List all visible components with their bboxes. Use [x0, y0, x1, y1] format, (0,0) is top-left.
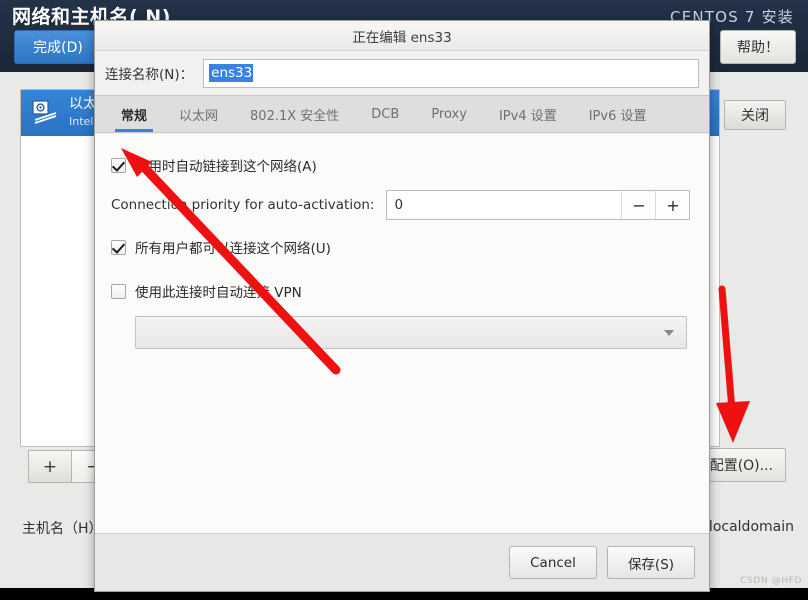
priority-decrement-button[interactable]: − [621, 191, 656, 219]
vpn-label: 使用此连接时自动连接 VPN [135, 285, 302, 301]
close-button[interactable]: 关闭 [724, 100, 786, 130]
dialog-footer: Cancel 保存(S) [95, 533, 709, 591]
priority-increment-button[interactable]: + [655, 191, 690, 219]
save-button[interactable]: 保存(S) [607, 546, 695, 579]
tab-ipv4-settings[interactable]: IPv4 设置 [483, 96, 573, 132]
cancel-button[interactable]: Cancel [509, 546, 597, 579]
autoconnect-checkbox[interactable] [111, 157, 126, 173]
tab-8021x-security[interactable]: 802.1X 安全性 [234, 96, 355, 132]
dialog-title: 正在编辑 ens33 [352, 29, 452, 46]
tab-ethernet[interactable]: 以太网 [163, 96, 234, 132]
help-button[interactable]: 帮助！ [720, 30, 796, 64]
priority-label: Connection priority for auto-activation: [111, 197, 375, 213]
all-users-label: 所有用户都可以连接这个网络(U) [135, 241, 331, 257]
tab-proxy[interactable]: Proxy [415, 96, 483, 132]
watermark: CSDN @HFD [740, 576, 802, 586]
autoconnect-label: 可用时自动链接到这个网络(A) [135, 159, 317, 175]
config-button[interactable]: 配置(O)... [696, 448, 786, 482]
add-device-button[interactable]: + [28, 450, 72, 483]
vpn-checkbox[interactable] [111, 283, 126, 299]
connection-name-input[interactable]: ens33 [203, 58, 699, 88]
tab-dcb[interactable]: DCB [355, 96, 415, 132]
tab-general[interactable]: 常规 [105, 96, 163, 132]
priority-stepper[interactable]: 0 − + [386, 190, 691, 220]
dialog-tabbar: 常规 以太网 802.1X 安全性 DCB Proxy IPv4 设置 IPv6… [95, 95, 709, 133]
priority-value[interactable]: 0 [387, 191, 621, 219]
edit-connection-dialog: 正在编辑 ens33 连接名称(N)： ens33 常规 以太网 802.1X … [94, 20, 710, 592]
general-tab-panel: 可用时自动链接到这个网络(A) Connection priority for … [95, 134, 709, 533]
chevron-down-icon [664, 329, 674, 336]
priority-row: Connection priority for auto-activation:… [111, 190, 693, 220]
dialog-titlebar: 正在编辑 ens33 [95, 21, 709, 51]
connection-name-row: 连接名称(N)： ens33 [95, 51, 709, 95]
hostname-label: 主机名（H） [22, 521, 103, 537]
vpn-connection-select[interactable] [135, 316, 687, 349]
all-users-checkbox[interactable] [111, 239, 126, 255]
ethernet-icon [29, 97, 61, 129]
vpn-row: 使用此连接时自动连接 VPN [111, 278, 693, 304]
autoconnect-row: 可用时自动链接到这个网络(A) [111, 152, 693, 178]
connection-name-value: ens33 [209, 64, 254, 82]
tab-ipv6-settings[interactable]: IPv6 设置 [573, 96, 663, 132]
done-button[interactable]: 完成(D) [14, 30, 102, 64]
all-users-row: 所有用户都可以连接这个网络(U) [111, 234, 693, 260]
connection-name-label: 连接名称(N)： [105, 67, 194, 83]
